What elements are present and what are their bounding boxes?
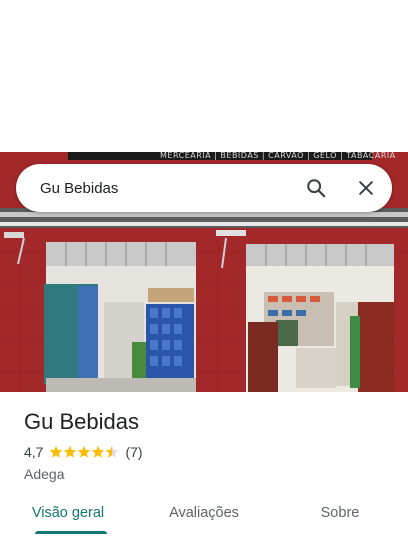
search-query[interactable]: Gu Bebidas — [40, 180, 296, 197]
tab-overview[interactable]: Visão geral — [0, 494, 136, 544]
search-icon[interactable] — [296, 168, 336, 208]
tab-reviews[interactable]: Avaliações — [136, 494, 272, 544]
search-bar[interactable]: Gu Bebidas — [16, 164, 392, 212]
tab-bar: Visão geral Avaliações Sobre — [0, 494, 408, 544]
tab-about[interactable]: Sobre — [272, 494, 408, 544]
sign-text: MERCEARIA | BEBIDAS | CARVÃO | GELO | TA… — [160, 152, 396, 160]
place-title: Gu Bebidas — [24, 409, 139, 434]
rating-value: 4,7 — [24, 444, 44, 460]
rating-row[interactable]: 4,7 (7) — [24, 442, 384, 462]
star-rating — [49, 445, 119, 459]
blank-header-area — [0, 0, 408, 152]
place-category: Adega — [24, 466, 65, 482]
review-count[interactable]: (7) — [125, 444, 142, 460]
close-icon[interactable] — [346, 168, 386, 208]
stars-icon — [50, 445, 119, 458]
place-info: Gu Bebidas 4,7 (7) Adega — [24, 408, 384, 482]
